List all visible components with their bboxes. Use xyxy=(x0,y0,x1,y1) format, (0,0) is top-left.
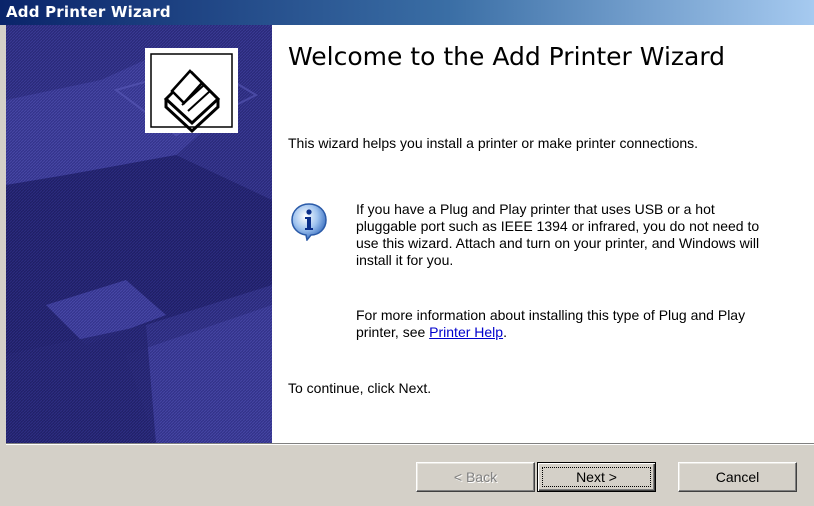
title-bar[interactable]: Add Printer Wizard xyxy=(0,0,814,25)
more-info-text: For more information about installing th… xyxy=(356,307,766,341)
add-printer-wizard-window: Add Printer Wizard Welcome to the Add Pr… xyxy=(0,0,814,506)
window-title: Add Printer Wizard xyxy=(6,3,171,21)
back-button-label: < Back xyxy=(453,469,498,485)
info-icon xyxy=(291,203,327,241)
next-button[interactable]: Next > xyxy=(537,462,656,492)
continue-instruction-text: To continue, click Next. xyxy=(288,380,432,396)
next-button-label: Next > xyxy=(576,469,617,485)
printer-illustration xyxy=(6,25,272,443)
printer-help-link[interactable]: Printer Help xyxy=(429,324,503,340)
more-info-suffix: . xyxy=(503,324,507,340)
button-area-divider xyxy=(6,443,814,445)
cancel-button-label: Cancel xyxy=(715,469,760,485)
plug-and-play-info-text: If you have a Plug and Play printer that… xyxy=(356,201,760,268)
wizard-main-panel: Welcome to the Add Printer Wizard This w… xyxy=(272,25,814,443)
back-button[interactable]: < Back xyxy=(416,462,535,492)
printer-icon xyxy=(145,48,238,134)
page-title: Welcome to the Add Printer Wizard xyxy=(288,42,726,71)
intro-text: This wizard helps you install a printer … xyxy=(288,135,699,151)
cancel-button[interactable]: Cancel xyxy=(678,462,797,492)
wizard-sidebar-banner xyxy=(6,25,272,443)
wizard-content: Welcome to the Add Printer Wizard This w… xyxy=(6,25,814,443)
more-info-prefix: For more information about installing th… xyxy=(356,307,746,340)
